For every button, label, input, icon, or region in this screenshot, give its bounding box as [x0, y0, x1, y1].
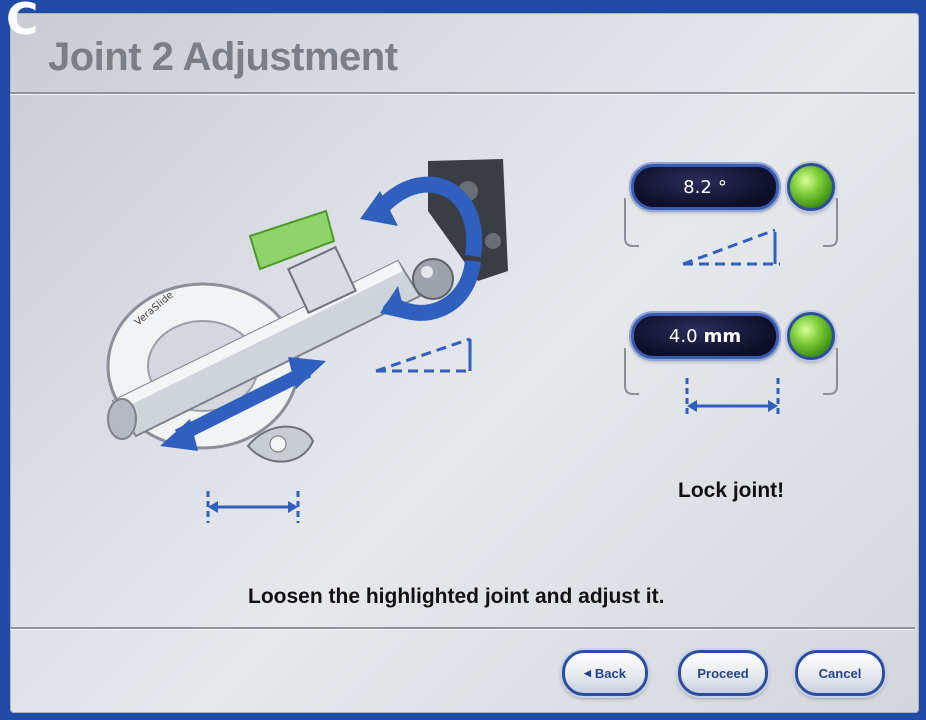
- back-arrow-icon: ◀: [584, 667, 591, 678]
- cancel-button[interactable]: Cancel: [795, 650, 885, 696]
- fixator-device-illustration: VeraSlide: [106, 159, 508, 523]
- instruction-text: Loosen the highlighted joint and adjust …: [248, 585, 665, 608]
- back-button-label: Back: [594, 665, 626, 681]
- footer-divider: [10, 627, 915, 629]
- proceed-button[interactable]: Proceed: [678, 650, 768, 696]
- header-divider: [10, 92, 915, 94]
- adjustment-window: Joint 2 Adjustment VeraSlide 8.2 ° 4.0 m…: [10, 13, 919, 713]
- angle-indicator-icon: [624, 198, 838, 266]
- distance-indicator-icon: [624, 348, 838, 416]
- proceed-button-label: Proceed: [697, 665, 749, 681]
- lock-joint-message: Lock joint!: [678, 479, 785, 502]
- panel-label: C: [6, 0, 39, 45]
- cancel-button-label: Cancel: [818, 665, 862, 681]
- back-button[interactable]: ◀ Back: [562, 650, 648, 696]
- page-title: Joint 2 Adjustment: [48, 35, 398, 79]
